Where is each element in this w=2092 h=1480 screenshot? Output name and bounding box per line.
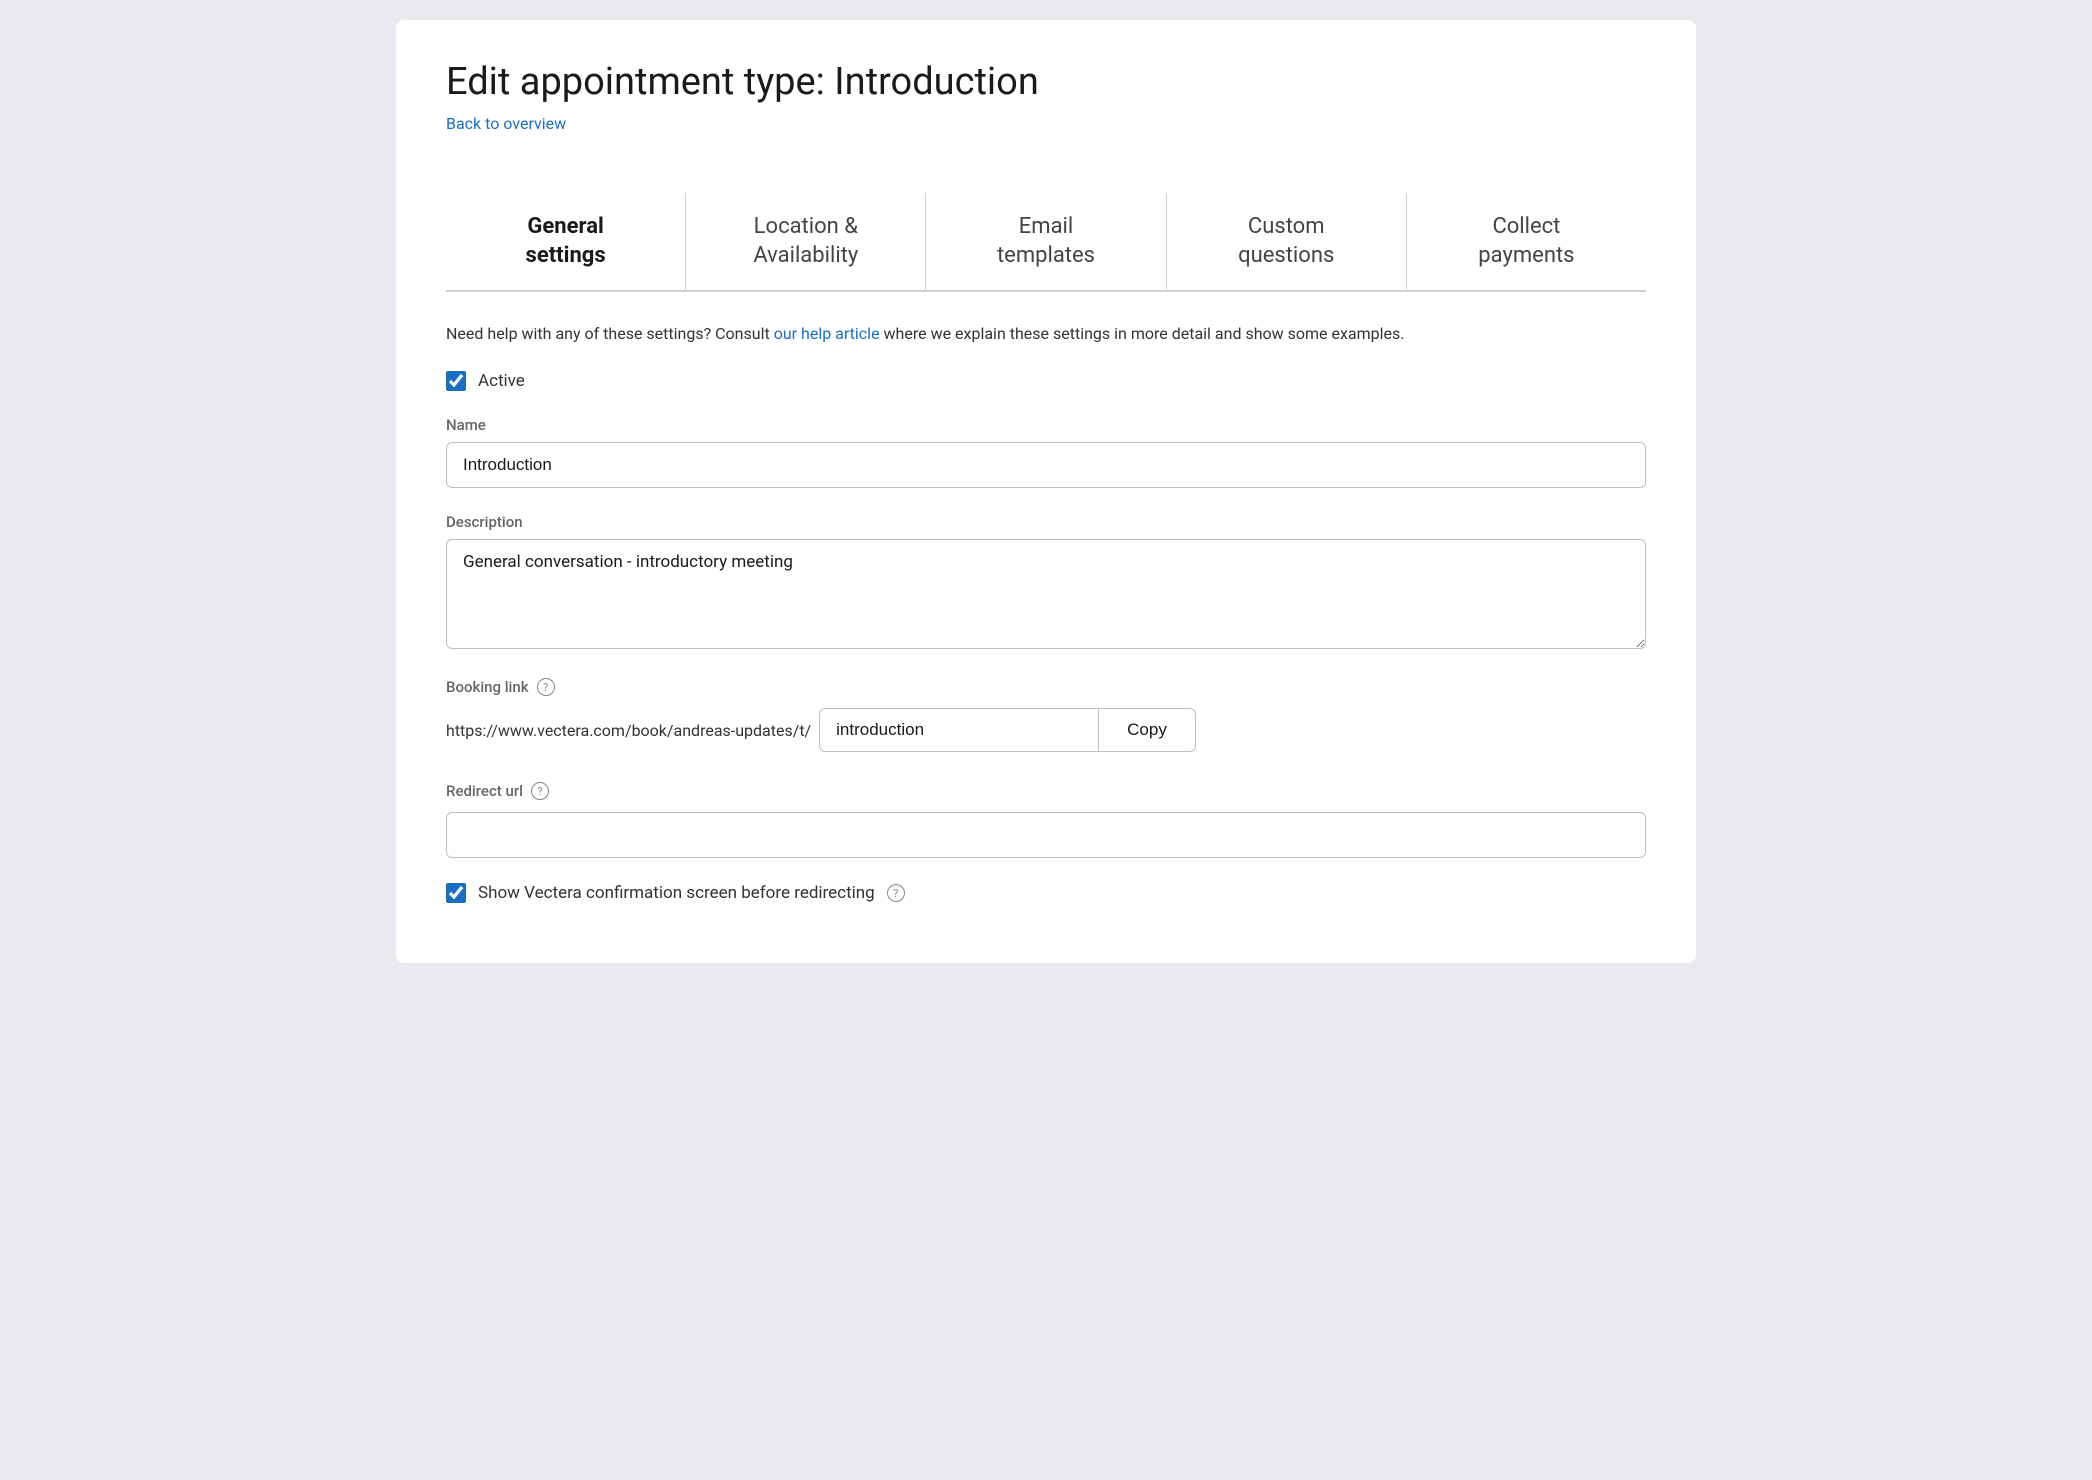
booking-link-prefix: https://www.vectera.com/book/andreas-upd… bbox=[446, 721, 811, 740]
description-label: Description bbox=[446, 513, 1646, 531]
tab-collect-payments[interactable]: Collect payments bbox=[1407, 193, 1646, 290]
redirect-url-input[interactable] bbox=[446, 812, 1646, 858]
tab-custom-questions[interactable]: Custom questions bbox=[1167, 193, 1407, 290]
active-checkbox[interactable] bbox=[446, 371, 466, 391]
tabs-container: General settings Location & Availability… bbox=[446, 193, 1646, 292]
active-label: Active bbox=[478, 371, 525, 391]
description-input[interactable]: General conversation - introductory meet… bbox=[446, 539, 1646, 649]
redirect-url-section: Redirect url ? bbox=[446, 782, 1646, 858]
name-field-group: Name bbox=[446, 416, 1646, 488]
redirect-url-label: Redirect url bbox=[446, 782, 523, 800]
back-to-overview-link[interactable]: Back to overview bbox=[446, 114, 566, 133]
booking-link-help-icon: ? bbox=[537, 678, 555, 696]
show-confirmation-help-icon: ? bbox=[887, 884, 905, 902]
booking-link-input[interactable] bbox=[819, 708, 1099, 752]
booking-link-section: Booking link ? https://www.vectera.com/b… bbox=[446, 678, 1646, 752]
name-label: Name bbox=[446, 416, 1646, 434]
help-text: Need help with any of these settings? Co… bbox=[446, 322, 1646, 346]
description-field-group: Description General conversation - intro… bbox=[446, 513, 1646, 653]
redirect-url-label-row: Redirect url ? bbox=[446, 782, 1646, 800]
show-confirmation-label: Show Vectera confirmation screen before … bbox=[478, 883, 875, 903]
booking-link-row: https://www.vectera.com/book/andreas-upd… bbox=[446, 708, 1646, 752]
show-confirmation-checkbox[interactable] bbox=[446, 883, 466, 903]
help-article-link[interactable]: our help article bbox=[774, 324, 880, 343]
page-title: Edit appointment type: Introduction bbox=[446, 60, 1646, 104]
tab-email-templates[interactable]: Email templates bbox=[926, 193, 1166, 290]
tab-location-availability[interactable]: Location & Availability bbox=[686, 193, 926, 290]
page-container: Edit appointment type: Introduction Back… bbox=[396, 20, 1696, 963]
booking-link-label: Booking link bbox=[446, 678, 529, 696]
tab-general-settings[interactable]: General settings bbox=[446, 193, 686, 290]
show-confirmation-row: Show Vectera confirmation screen before … bbox=[446, 883, 1646, 903]
active-checkbox-row: Active bbox=[446, 371, 1646, 391]
copy-button[interactable]: Copy bbox=[1099, 708, 1196, 752]
booking-link-label-row: Booking link ? bbox=[446, 678, 1646, 696]
redirect-url-help-icon: ? bbox=[531, 782, 549, 800]
name-input[interactable] bbox=[446, 442, 1646, 488]
